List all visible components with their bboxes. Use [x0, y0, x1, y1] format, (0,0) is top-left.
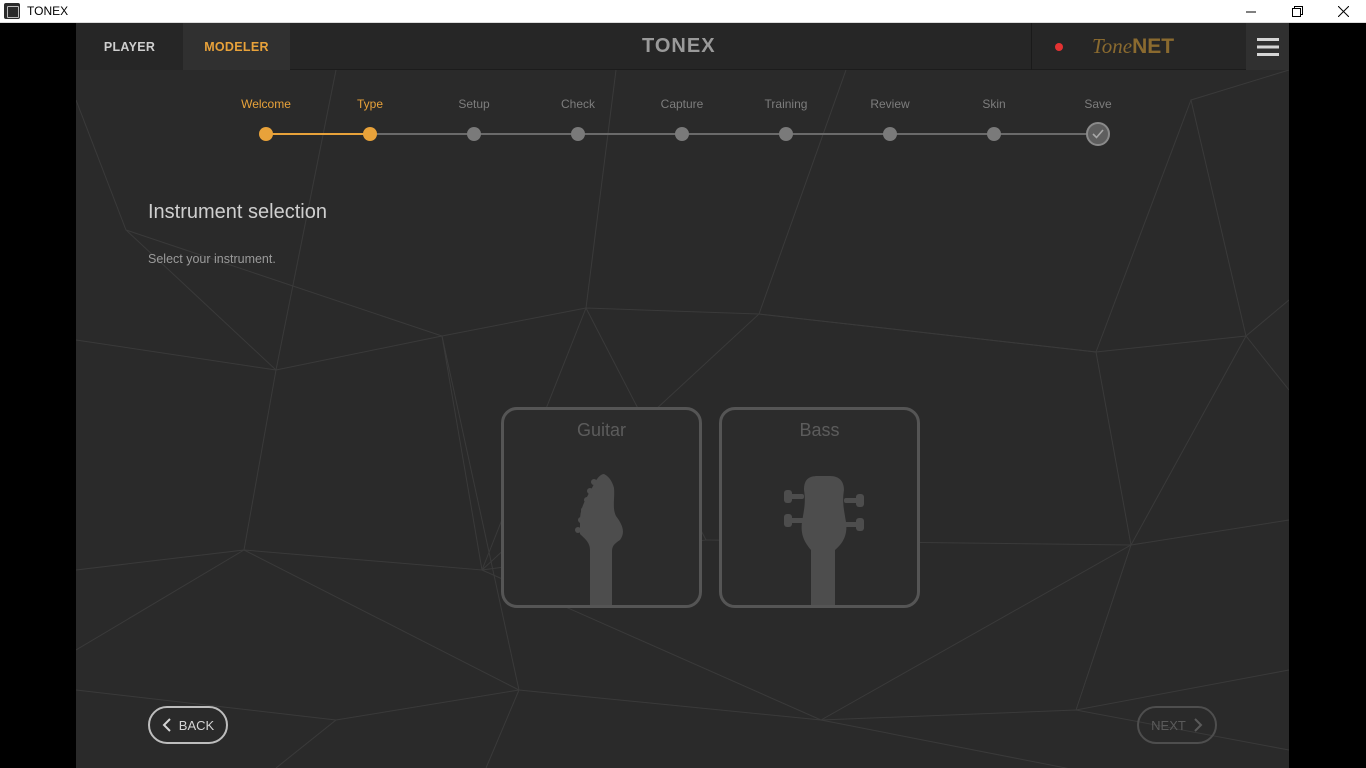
tonenet-logo-part1: Tone: [1092, 34, 1133, 58]
app-icon: [4, 3, 20, 19]
window-controls: [1228, 0, 1366, 23]
tonex-logo: TONEX: [642, 35, 716, 57]
close-button[interactable]: [1320, 0, 1366, 23]
step-label-save: Save: [1084, 97, 1112, 111]
chevron-left-icon: [162, 718, 171, 732]
tab-player[interactable]: PLAYER: [76, 23, 183, 70]
step-dot-setup[interactable]: [467, 127, 481, 141]
step-dot-training[interactable]: [779, 127, 793, 141]
header-divider: [1031, 23, 1032, 70]
close-icon: [1337, 6, 1349, 17]
record-indicator: [1055, 43, 1063, 51]
hamburger-menu-button[interactable]: [1246, 23, 1289, 70]
step-dot-review[interactable]: [883, 127, 897, 141]
checkmark-icon: [1092, 129, 1104, 139]
back-button[interactable]: BACK: [148, 706, 228, 744]
step-label-check: Check: [560, 97, 596, 111]
step-label-review: Review: [870, 97, 910, 111]
page-title: Instrument selection: [148, 201, 327, 223]
restore-icon: [1291, 6, 1303, 17]
chevron-right-icon: [1194, 718, 1203, 732]
step-dot-capture[interactable]: [675, 127, 689, 141]
guitar-card[interactable]: Guitar: [501, 407, 702, 608]
page-subtitle: Select your instrument.: [148, 252, 276, 266]
step-label-capture: Capture: [660, 97, 704, 111]
restore-button[interactable]: [1274, 0, 1320, 23]
step-dot-save[interactable]: [1086, 122, 1110, 146]
window-titlebar: TONEX: [0, 0, 1366, 23]
tonenet-logo[interactable]: ToneNET: [1092, 34, 1174, 59]
tab-modeler[interactable]: MODELER: [183, 23, 290, 70]
minimize-icon: [1246, 11, 1256, 12]
step-label-type: Type: [356, 97, 384, 111]
step-dot-type[interactable]: [363, 127, 377, 141]
next-button[interactable]: NEXT: [1137, 706, 1217, 744]
step-label-setup: Setup: [458, 97, 490, 111]
top-header: PLAYER MODELER TONEX ToneNET: [76, 23, 1289, 70]
guitar-headstock-icon: [575, 474, 623, 605]
app-window: PLAYER MODELER TONEX ToneNET Welcome Typ…: [76, 23, 1289, 768]
bass-card[interactable]: Bass: [719, 407, 920, 608]
next-button-label: NEXT: [1151, 717, 1186, 733]
step-dot-skin[interactable]: [987, 127, 1001, 141]
step-label-welcome: Welcome: [241, 97, 291, 111]
tonenet-logo-part2: NET: [1132, 35, 1175, 58]
window-title: TONEX: [27, 4, 69, 18]
step-dot-check[interactable]: [571, 127, 585, 141]
step-dot-welcome[interactable]: [259, 127, 273, 141]
back-button-label: BACK: [178, 717, 215, 733]
hamburger-menu-icon: [1256, 37, 1279, 56]
step-label-skin: Skin: [982, 97, 1006, 111]
step-connector: [266, 133, 370, 135]
bass-headstock-icon: [784, 476, 864, 605]
step-label-training: Training: [764, 97, 808, 111]
minimize-button[interactable]: [1228, 0, 1274, 23]
